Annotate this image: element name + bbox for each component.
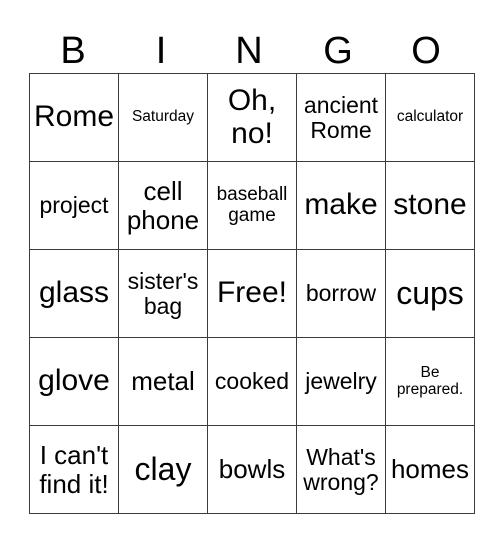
bingo-cell[interactable]: metal [118,337,208,426]
bingo-cell[interactable]: glove [29,337,119,426]
bingo-cell[interactable]: I can't find it! [29,425,119,514]
bingo-cell[interactable]: sister's bag [118,249,208,338]
bingo-cell[interactable]: Be prepared. [385,337,475,426]
board-row: glass sister's bag Free! borrow cups [29,249,475,338]
bingo-cell[interactable]: cups [385,249,475,338]
bingo-cell[interactable]: make [296,161,386,250]
free-space-cell[interactable]: Free! [207,249,297,338]
header-letter-g: G [323,30,353,72]
bingo-cell[interactable]: Rome [29,73,119,162]
bingo-cell[interactable]: cooked [207,337,297,426]
header-letter-o: O [411,30,441,72]
bingo-cell[interactable]: project [29,161,119,250]
board-row: Rome Saturday Oh, no! ancient Rome calcu… [29,73,475,162]
bingo-cell[interactable]: clay [118,425,208,514]
bingo-cell[interactable]: calculator [385,73,475,162]
header-letter-i: I [155,30,167,72]
board-row: project cell phone baseball game make st… [29,161,475,250]
header-letter-b: B [60,30,86,72]
board-row: I can't find it! clay bowls What's wrong… [29,425,475,514]
bingo-cell[interactable]: ancient Rome [296,73,386,162]
bingo-cell[interactable]: Oh, no! [207,73,297,162]
header-letter-n: N [235,30,263,72]
bingo-cell[interactable]: Saturday [118,73,208,162]
bingo-cell[interactable]: stone [385,161,475,250]
bingo-cell[interactable]: cell phone [118,161,208,250]
bingo-header: B I N G O [29,30,470,72]
bingo-cell[interactable]: homes [385,425,475,514]
board-row: glove metal cooked jewelry Be prepared. [29,337,475,426]
bingo-cell[interactable]: glass [29,249,119,338]
bingo-cell[interactable]: What's wrong? [296,425,386,514]
bingo-cell[interactable]: jewelry [296,337,386,426]
bingo-cell[interactable]: bowls [207,425,297,514]
bingo-board: Rome Saturday Oh, no! ancient Rome calcu… [29,73,475,514]
bingo-cell[interactable]: baseball game [207,161,297,250]
bingo-cell[interactable]: borrow [296,249,386,338]
